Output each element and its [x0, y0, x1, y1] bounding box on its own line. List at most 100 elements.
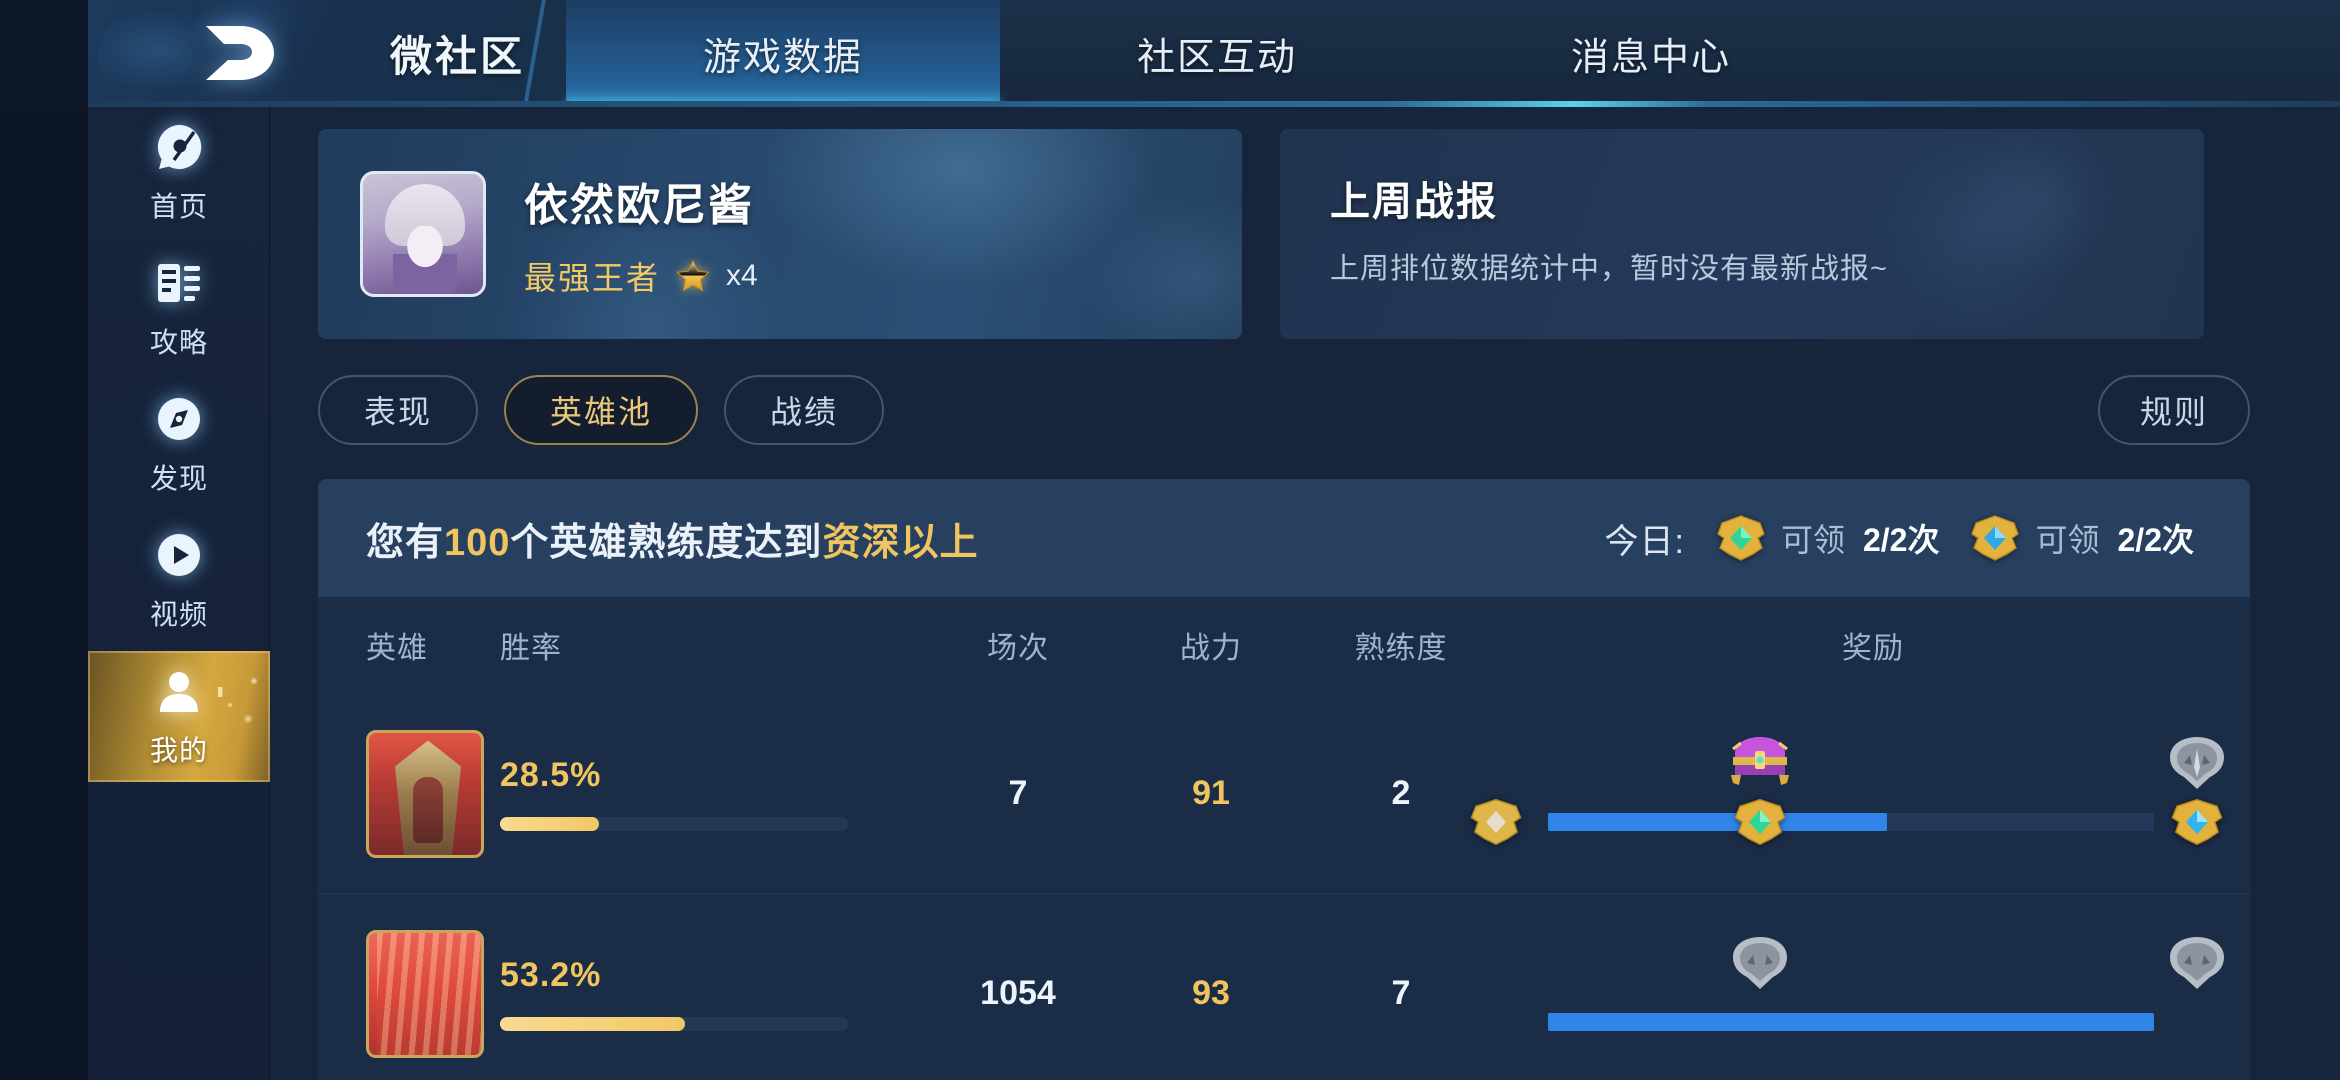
sidebar-item-label: 我的 [149, 734, 208, 766]
games-value: 1054 [980, 974, 1056, 1012]
rank-badge-green-icon [1715, 514, 1767, 562]
compass-icon [153, 393, 205, 445]
rank-badge-bronze-icon [1467, 795, 1525, 849]
article-list-icon [153, 257, 205, 309]
sidebar-item-label: 首页 [149, 190, 208, 222]
avatar[interactable] [360, 171, 486, 297]
sidebar-item-video[interactable]: 视频 [88, 515, 270, 646]
rank-badge-green-icon [1731, 795, 1789, 849]
column-header-games: 场次 [987, 632, 1049, 665]
brand-title: 微社区 [390, 32, 526, 80]
left-edge-strip [0, 107, 88, 1080]
sidebar-item-home[interactable]: 首页 [88, 107, 270, 238]
star-count: x4 [726, 259, 758, 292]
reward-chip-label: 可领 [2035, 522, 2100, 558]
column-header-power: 战力 [1180, 632, 1242, 665]
report-title: 上周战报 [1330, 180, 1498, 224]
report-subtitle: 上周排位数据统计中，暂时没有最新战报~ [1330, 253, 1888, 285]
column-header-mastery: 熟练度 [1354, 632, 1448, 665]
column-header-winrate: 胜率 [500, 632, 562, 665]
win-rate-value: 53.2% [500, 956, 602, 994]
reward-progress-track [1548, 812, 2154, 831]
pill-label: 表现 [364, 394, 433, 430]
silver-helmet-icon [2164, 733, 2230, 793]
win-rate-bar-fill [500, 817, 600, 831]
hero-cell[interactable] [318, 729, 500, 858]
pill-label: 战绩 [770, 394, 839, 430]
left-sidebar: 首页 攻略 发现 视频 我的 [88, 107, 270, 1080]
hero-portrait-2 [366, 929, 484, 1058]
reward-progress-fill [1548, 1012, 2154, 1031]
reward-chip-blue[interactable]: 可领 2/2次 [1969, 514, 2194, 562]
mastery-level-text: 资深以上 [822, 521, 979, 564]
reward-chip-green[interactable]: 可领 2/2次 [1715, 514, 1940, 562]
brand-area[interactable]: 微社区 [88, 0, 566, 106]
banner-prefix: 您有 [366, 521, 445, 564]
games-value: 7 [1008, 774, 1028, 812]
tab-hero-pool[interactable]: 英雄池 [504, 375, 699, 445]
mastery-banner: 您有100个英雄熟练度达到资深以上 今日: 可领 2/2次 可领 2/2次 [318, 479, 2250, 597]
reward-progress-fill [1548, 812, 1888, 831]
rank-badge-blue-icon [1969, 514, 2021, 562]
reward-chip-count: 2/2次 [2117, 522, 2195, 558]
reward-progress [1496, 929, 2250, 1059]
nav-tab-label: 社区互动 [1136, 36, 1297, 79]
table-row[interactable]: 53.2% 1054 93 7 [318, 893, 2250, 1080]
win-rate-value: 28.5% [500, 756, 602, 794]
winrate-cell: 53.2% [500, 956, 920, 1031]
qq-gamer-logo-icon [200, 20, 278, 86]
sidebar-item-guides[interactable]: 攻略 [88, 243, 270, 374]
tab-performance[interactable]: 表现 [318, 375, 479, 445]
hero-table-header: 英雄 胜率 场次 战力 熟练度 奖励 [318, 597, 2250, 693]
weekly-report-card[interactable]: 上周战报 上周排位数据统计中，暂时没有最新战报~ [1280, 129, 2204, 339]
win-rate-bar-fill [500, 1017, 686, 1031]
hero-portrait-1 [366, 729, 484, 858]
treasure-chest-icon [1727, 729, 1793, 791]
sidebar-item-label: 攻略 [149, 326, 208, 358]
top-navigation-bar: 微社区 游戏数据 社区互动 消息中心 [88, 0, 2340, 106]
nav-tab-label: 消息中心 [1570, 36, 1731, 79]
sidebar-item-label: 发现 [149, 462, 208, 494]
banner-mid: 个英雄熟练度达到 [510, 521, 823, 564]
hero-cell[interactable] [318, 929, 500, 1058]
silver-helmet-icon [2164, 933, 2230, 993]
star-icon [676, 259, 710, 293]
reward-cell[interactable] [1470, 729, 2250, 859]
tab-match-record[interactable]: 战绩 [724, 375, 885, 445]
pill-label: 英雄池 [550, 394, 653, 430]
nav-tab-community[interactable]: 社区互动 [1000, 0, 1434, 106]
filter-pill-row: 表现 英雄池 战绩 规则 [318, 375, 2250, 445]
mastery-hero-count: 100 [444, 521, 511, 564]
player-profile-card[interactable]: 依然欧尼酱 最强王者 x4 [318, 129, 1242, 339]
nav-tab-messages[interactable]: 消息中心 [1434, 0, 1868, 106]
summary-cards-row: 依然欧尼酱 最强王者 x4 上周战报 上周排位数据统计中，暂时没有最新战报~ [318, 129, 2250, 339]
hero-pool-panel: 您有100个英雄熟练度达到资深以上 今日: 可领 2/2次 可领 2/2次 英雄… [318, 479, 2250, 1080]
user-icon [153, 665, 205, 717]
nav-tab-list: 游戏数据 社区互动 消息中心 [566, 0, 2340, 106]
silver-helmet-icon [1727, 933, 1793, 993]
app-root: 微社区 游戏数据 社区互动 消息中心 首页 攻略 发现 视频 我的 依然欧尼酱 … [0, 0, 2340, 1080]
daily-rewards-area: 今日: 可领 2/2次 可领 2/2次 [1605, 514, 2194, 563]
compass-chat-icon [153, 121, 205, 173]
player-rank: 最强王者 [524, 260, 661, 296]
rank-badge-blue-icon [2168, 795, 2226, 849]
column-header-reward: 奖励 [1842, 632, 1904, 665]
reward-chip-count: 2/2次 [1862, 522, 1940, 558]
sidebar-item-label: 视频 [149, 598, 208, 630]
sidebar-item-discover[interactable]: 发现 [88, 379, 270, 510]
power-value: 91 [1192, 774, 1230, 812]
player-name: 依然欧尼酱 [524, 181, 754, 230]
nav-tab-label: 游戏数据 [702, 36, 863, 79]
table-row[interactable]: 28.5% 7 91 2 [318, 693, 2250, 893]
mastery-value: 7 [1391, 974, 1411, 1012]
win-rate-bar [500, 817, 848, 831]
sidebar-item-mine[interactable]: 我的 [88, 651, 270, 782]
winrate-cell: 28.5% [500, 756, 920, 831]
reward-cell[interactable] [1496, 929, 2250, 1059]
main-content: 依然欧尼酱 最强王者 x4 上周战报 上周排位数据统计中，暂时没有最新战报~ 表… [270, 107, 2340, 1080]
column-header-hero: 英雄 [366, 632, 428, 665]
mastery-banner-text: 您有100个英雄熟练度达到资深以上 [366, 511, 978, 566]
power-value: 93 [1192, 974, 1230, 1012]
rules-button[interactable]: 规则 [2097, 375, 2250, 445]
nav-tab-game-data[interactable]: 游戏数据 [566, 0, 1000, 106]
